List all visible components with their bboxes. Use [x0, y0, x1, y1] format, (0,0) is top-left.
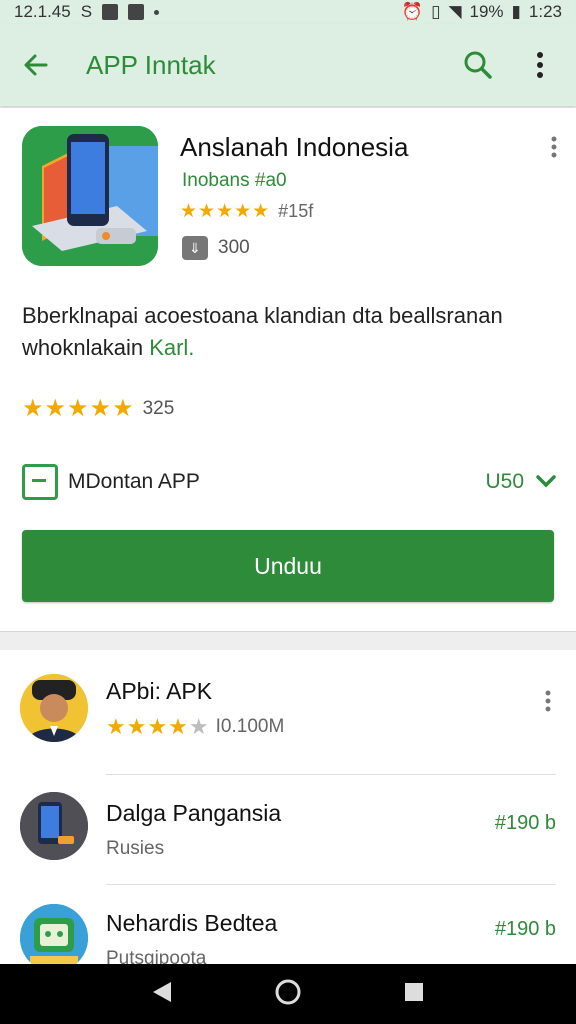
list-item[interactable]: Nehardis Bedtea Putsgipoota #190 b: [0, 886, 576, 972]
list-item[interactable]: Dalga Pangansia Rusies #190 b: [0, 776, 576, 885]
list-item-title: Dalga Pangansia: [106, 800, 282, 826]
signal-icon: ◥: [448, 2, 462, 21]
status-clock: 1:23: [528, 2, 562, 21]
app-rating: ★★★★★ #15f: [180, 200, 313, 223]
app-thumb: [20, 904, 88, 972]
vibrate-icon: ▯: [431, 2, 441, 21]
person-avatar-icon: [20, 674, 88, 742]
contains-app-icon: [22, 464, 58, 500]
app-icon[interactable]: [22, 126, 158, 266]
more-vert-icon: [537, 52, 543, 78]
chevron-down-icon: [536, 475, 556, 488]
battery-icon: ▮: [511, 2, 521, 21]
downloads-info: ⇓ 300: [182, 236, 250, 260]
review-rating[interactable]: ★★★★★ 325: [22, 394, 174, 423]
contains-label: MDontan APP: [68, 470, 200, 493]
page-title: APP Inntak: [86, 49, 216, 80]
description-line-2: whoknlakain Karl.: [22, 332, 542, 364]
description-line-1: Bberklnapai acoestoana klandian dta beal…: [22, 303, 503, 328]
app-name: Anslanah Indonesia: [180, 132, 409, 162]
search-button[interactable]: [456, 43, 500, 87]
game-app-icon: [20, 904, 88, 972]
list-item-subtitle: I0.100M: [215, 716, 285, 737]
download-badge-icon: ⇓: [182, 236, 208, 260]
downloads-count: 300: [218, 237, 250, 258]
more-vert-icon: [545, 690, 551, 712]
divider: [106, 774, 556, 775]
square-recents-icon: [405, 982, 424, 1001]
more-vert-icon: [551, 136, 557, 158]
install-button[interactable]: Unduu: [22, 530, 554, 602]
status-time-left: 12.1.45: [14, 2, 71, 21]
list-item-stars: ★★★★★: [106, 714, 210, 739]
list-item-price: #190 b: [494, 812, 556, 834]
phone-app-icon: [20, 792, 88, 860]
avatar: [20, 674, 88, 742]
divider: [106, 884, 556, 885]
arrow-back-icon: [24, 54, 48, 76]
notification-icon: [102, 4, 119, 20]
contains-row[interactable]: MDontan APP U50: [22, 464, 556, 500]
system-nav-bar: [0, 964, 576, 1024]
developer-link[interactable]: Inobans #a0: [182, 170, 287, 192]
app-overflow-button[interactable]: [550, 136, 558, 163]
app-bar: APP Inntak: [0, 24, 576, 106]
nav-home-button[interactable]: [274, 978, 302, 1011]
status-carrier: S: [80, 2, 93, 21]
review-stars: ★★★★★: [22, 395, 135, 422]
description-link[interactable]: Karl.: [149, 335, 194, 360]
rating-count: #15f: [278, 201, 314, 221]
review-count: 325: [142, 397, 175, 419]
triangle-back-icon: [152, 981, 171, 1002]
back-button[interactable]: [14, 43, 58, 87]
contains-price: U50: [485, 470, 524, 493]
search-icon: [464, 51, 492, 79]
overflow-menu-button[interactable]: [518, 43, 562, 87]
list-item-subtitle: Rusies: [106, 838, 165, 859]
app-thumb: [20, 792, 88, 860]
list-item-price: #190 b: [494, 918, 556, 940]
circle-home-icon: [275, 979, 301, 1004]
list-item-overflow-button[interactable]: [544, 690, 552, 717]
nav-back-button[interactable]: [151, 980, 173, 1009]
description-text: whoknlakain: [22, 335, 150, 360]
list-item[interactable]: APbi: APK ★★★★★ I0.100M: [0, 650, 576, 775]
dot-icon: [154, 9, 160, 15]
alarm-icon: ⏰: [401, 2, 424, 21]
related-apps-card: APbi: APK ★★★★★ I0.100M Dalga Pangansia …: [0, 650, 576, 972]
list-item-title: APbi: APK: [106, 678, 213, 704]
list-item-title: Nehardis Bedtea: [106, 910, 278, 936]
rating-stars: ★★★★★: [180, 201, 271, 222]
list-item-rating: ★★★★★ I0.100M: [106, 714, 284, 740]
app-description: Bberklnapai acoestoana klandian dta beal…: [22, 300, 542, 364]
battery-percent: 19%: [469, 2, 504, 21]
phone-illustration-icon: [22, 126, 158, 266]
nav-recents-button[interactable]: [403, 981, 425, 1008]
app-detail-card: Anslanah Indonesia Inobans #a0 ★★★★★ #15…: [0, 108, 576, 632]
status-bar: 12.1.45 S ⏰ ▯ ◥ 19% ▮ 1:23: [0, 0, 576, 24]
notification-icon-2: [128, 4, 145, 20]
